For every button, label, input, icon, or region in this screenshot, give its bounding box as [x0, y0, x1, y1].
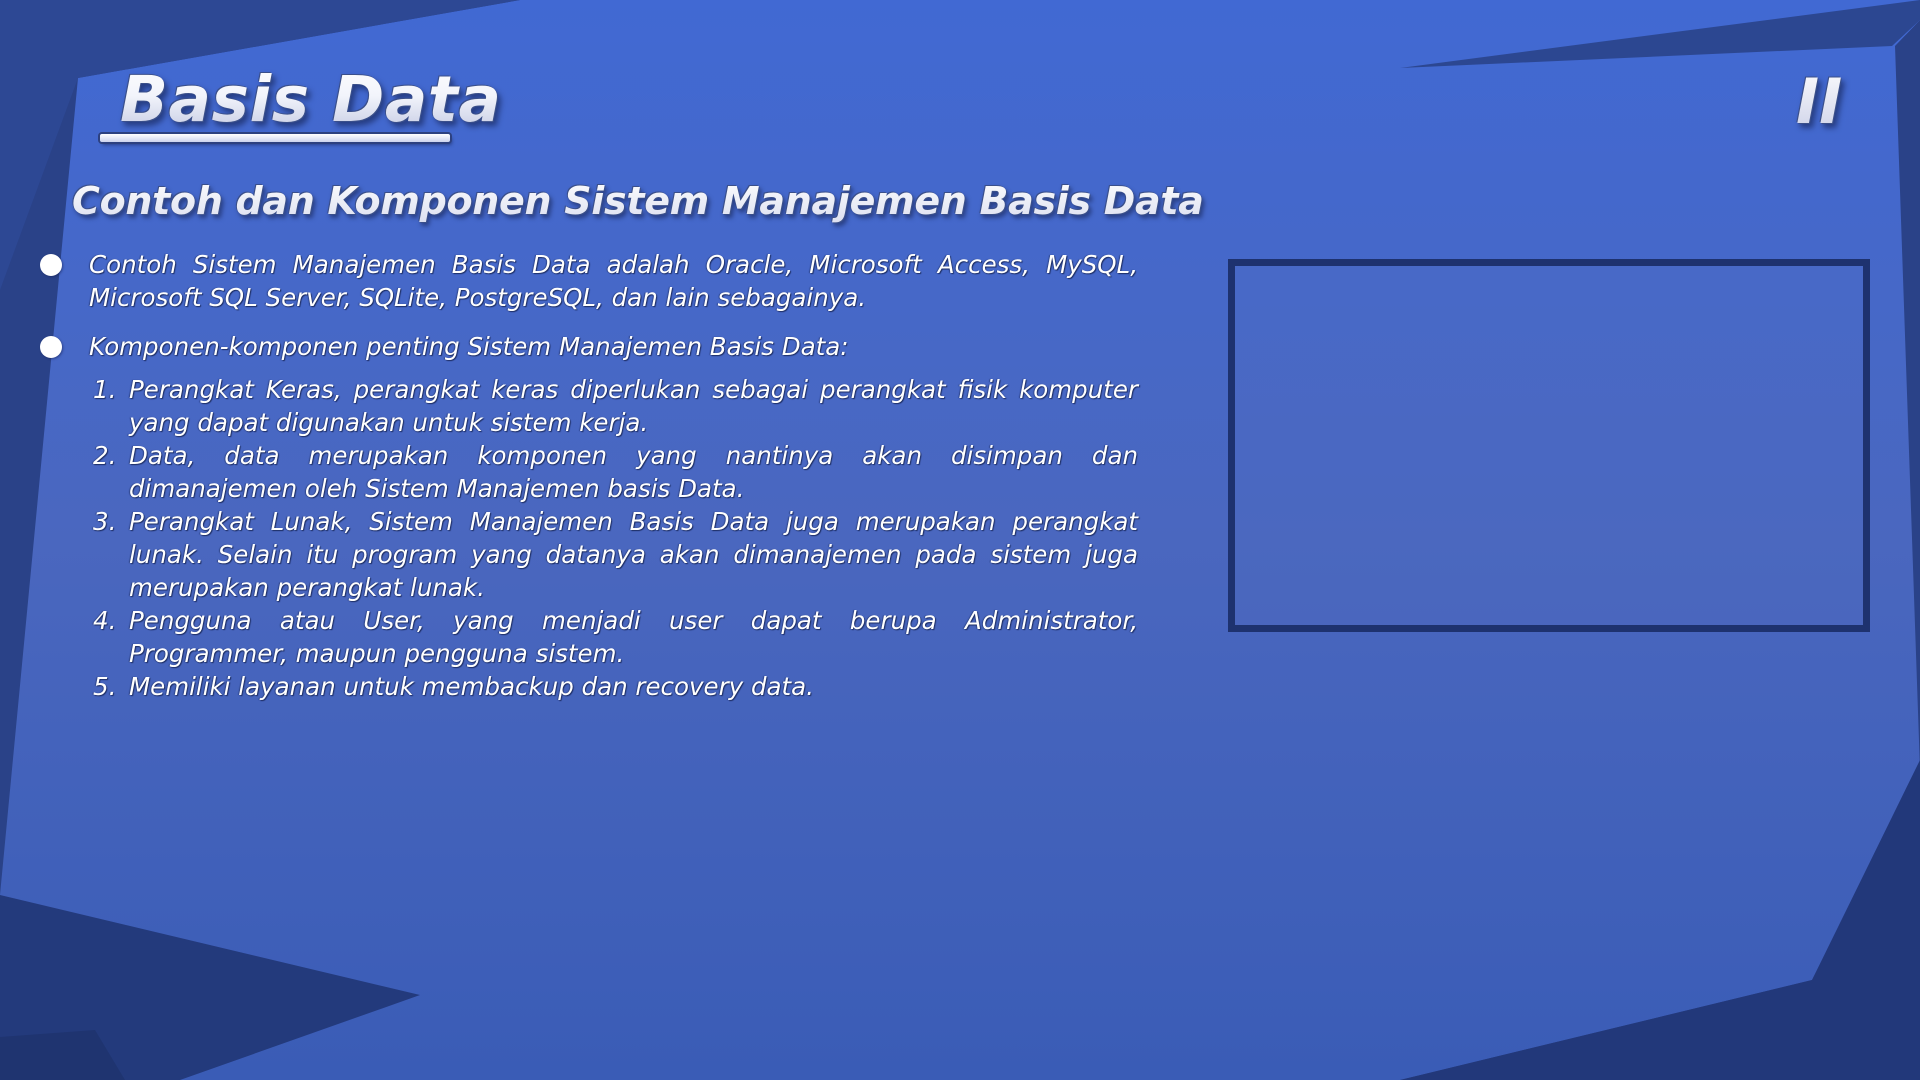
slide-content: Contoh Sistem Manajemen Basis Data adala… — [38, 248, 1138, 703]
bullet-text: Contoh Sistem Manajemen Basis Data adala… — [89, 250, 1138, 312]
image-placeholder-frame — [1228, 259, 1870, 632]
list-item-number: 5. — [93, 672, 117, 701]
title-underline — [100, 134, 450, 142]
list-item-number: 3. — [93, 507, 117, 536]
bullet-dot-icon — [40, 254, 62, 276]
list-item-number: 2. — [93, 441, 117, 470]
list-item: 1. Perangkat Keras, perangkat keras dipe… — [38, 373, 1138, 439]
list-item-text: Perangkat Lunak, Sistem Manajemen Basis … — [129, 507, 1138, 602]
components-list: 1. Perangkat Keras, perangkat keras dipe… — [38, 373, 1138, 703]
bullet-item-components: Komponen-komponen penting Sistem Manajem… — [38, 330, 1138, 363]
list-item-text: Pengguna atau User, yang menjadi user da… — [129, 606, 1138, 668]
list-item-text: Perangkat Keras, perangkat keras diperlu… — [129, 375, 1138, 437]
list-item-text: Data, data merupakan komponen yang nanti… — [129, 441, 1138, 503]
list-item-number: 4. — [93, 606, 117, 635]
list-item: 3. Perangkat Lunak, Sistem Manajemen Bas… — [38, 505, 1138, 604]
list-item: 5. Memiliki layanan untuk membackup dan … — [38, 670, 1138, 703]
list-item-text: Memiliki layanan untuk membackup dan rec… — [129, 672, 814, 701]
bullet-dot-icon — [40, 336, 62, 358]
presentation-slide: Basis Data II Contoh dan Komponen Sistem… — [0, 0, 1920, 1080]
slide-subtitle: Contoh dan Komponen Sistem Manajemen Bas… — [72, 175, 1204, 227]
section-number: II — [1796, 62, 1842, 142]
bullet-item-examples: Contoh Sistem Manajemen Basis Data adala… — [38, 248, 1138, 314]
list-item-number: 1. — [93, 375, 117, 404]
bullet-text: Komponen-komponen penting Sistem Manajem… — [89, 332, 849, 361]
list-item: 4. Pengguna atau User, yang menjadi user… — [38, 604, 1138, 670]
list-item: 2. Data, data merupakan komponen yang na… — [38, 439, 1138, 505]
slide-title: Basis Data — [120, 58, 502, 142]
